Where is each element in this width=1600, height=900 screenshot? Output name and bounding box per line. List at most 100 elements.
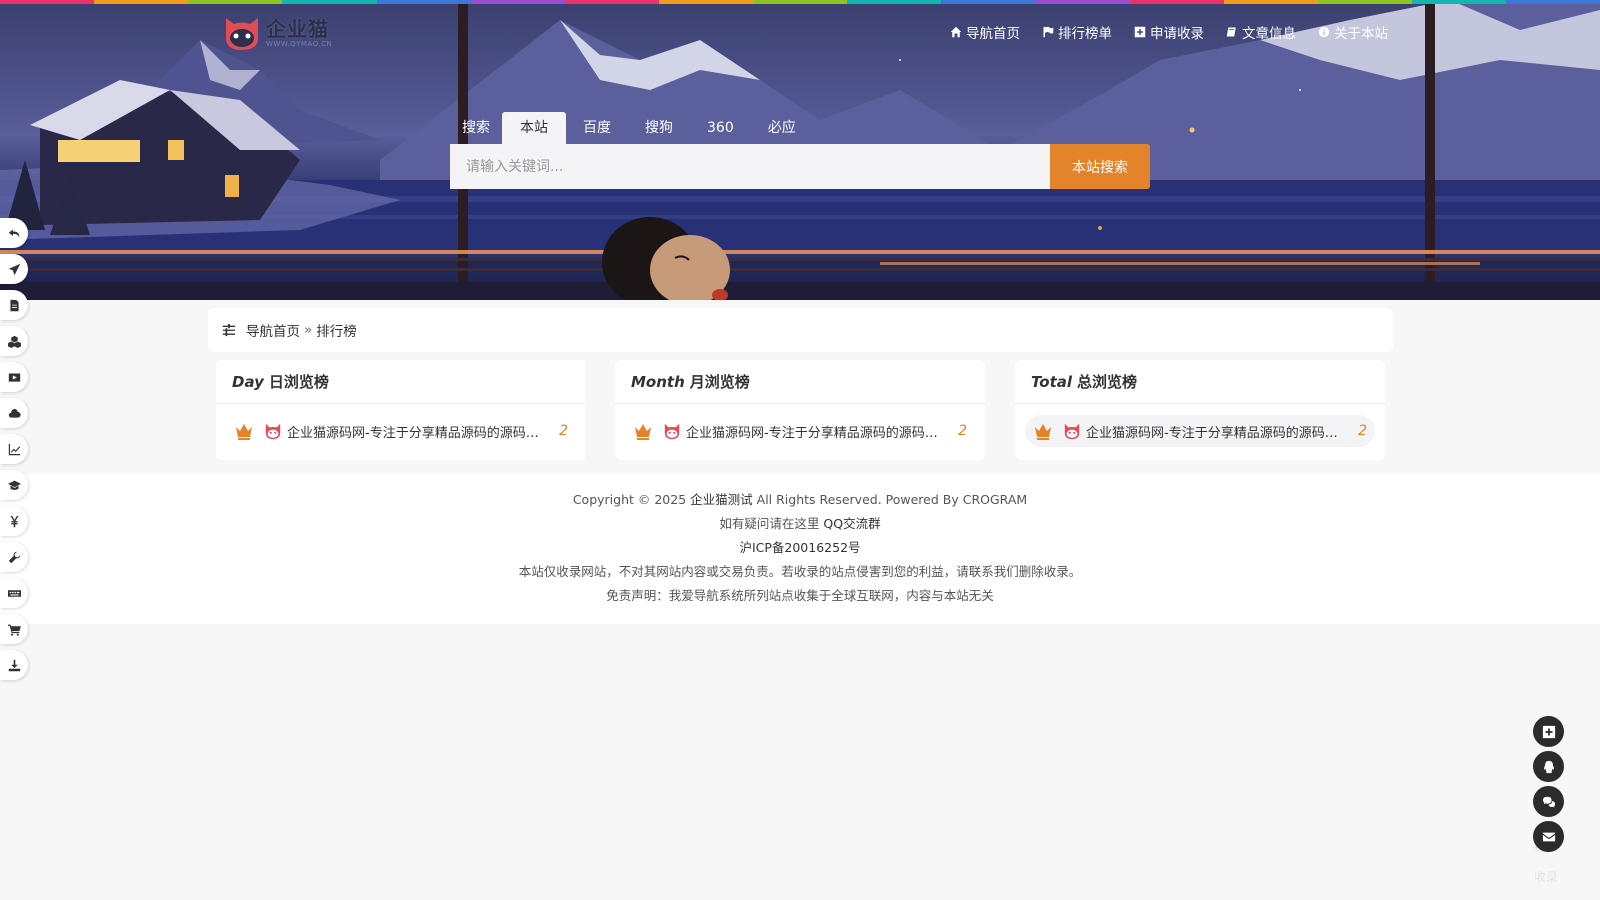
sidebar-item-send[interactable] <box>0 254 28 284</box>
rainbow-segment <box>1506 0 1600 4</box>
copyright-prefix: Copyright © 2025 <box>572 492 687 507</box>
sidebar-item-finance[interactable] <box>0 506 28 536</box>
ranking-card-total: Total 总浏览榜 企业猫源码网-专注于分享精品源码的源码网站 2 <box>1015 360 1385 460</box>
rainbow-segment <box>1129 0 1224 4</box>
ranking-site-name[interactable]: 企业猫源码网-专注于分享精品源码的源码网站 <box>686 422 948 441</box>
ranking-row[interactable]: 企业猫源码网-专注于分享精品源码的源码网站 2 <box>1025 415 1375 447</box>
sidebar-item-cloud[interactable] <box>0 398 28 428</box>
icp-link[interactable]: 沪ICP备20016252号 <box>739 540 860 555</box>
cat-face-icon <box>226 18 258 50</box>
rainbow-segment <box>564 0 659 4</box>
sidebar-item-education[interactable] <box>0 470 28 500</box>
ranking-site-name[interactable]: 企业猫源码网-专注于分享精品源码的源码网站 <box>1086 422 1348 441</box>
search-tab-bing[interactable]: 必应 <box>751 112 813 144</box>
rainbow-segment <box>1317 0 1412 4</box>
book-icon <box>1226 27 1236 37</box>
breadcrumb: 导航首页 » 排行榜 <box>208 308 1393 352</box>
ranking-row[interactable]: 企业猫源码网-专注于分享精品源码的源码网站 2 <box>226 415 576 447</box>
footer-copyright: Copyright © 2025 企业猫测试 All Rights Reserv… <box>0 474 1600 512</box>
rainbow-segment <box>1411 0 1506 4</box>
qq-group-link[interactable]: QQ交流群 <box>823 516 880 531</box>
card-title-en: Total <box>1031 372 1073 391</box>
cat-face-icon <box>1064 423 1080 440</box>
search-button[interactable]: 本站搜索 <box>1050 144 1150 189</box>
search-box: 本站搜索 <box>450 144 1150 189</box>
search-input[interactable] <box>450 144 1050 189</box>
rainbow-top-bar <box>0 0 1600 4</box>
sidebar-item-back[interactable] <box>0 218 28 248</box>
cloud-icon <box>8 408 21 418</box>
sidebar-item-resources[interactable] <box>0 326 28 356</box>
nav-ranking-label: 排行榜单 <box>1058 26 1112 42</box>
search-tab-baidu[interactable]: 百度 <box>566 112 628 144</box>
sidebar-item-tools[interactable] <box>0 542 28 572</box>
card-title-cn: 月浏览榜 <box>689 373 750 391</box>
info-icon <box>1318 26 1330 38</box>
hero-banner: 企业猫 WWW.QYMAO.CN 导航首页 排行榜单 申请收录 文章信息 关于本… <box>0 0 1600 300</box>
sidebar-item-video[interactable] <box>0 362 28 392</box>
search-tab-site[interactable]: 本站 <box>502 112 566 144</box>
wechat-icon <box>1542 796 1555 807</box>
ranking-site-name[interactable]: 企业猫源码网-专注于分享精品源码的源码网站 <box>287 422 549 441</box>
nav-submit-label: 申请收录 <box>1150 26 1204 42</box>
breadcrumb-current: 排行榜 <box>316 324 357 340</box>
flag-icon <box>1043 26 1054 38</box>
nav-articles-label: 文章信息 <box>1242 26 1296 42</box>
ranking-card-day: Day 日浏览榜 企业猫源码网-专注于分享精品源码的源码网站 2 <box>216 360 586 460</box>
rainbow-segment <box>1035 0 1130 4</box>
plus-square-icon <box>1134 26 1146 38</box>
top-navigation: 导航首页 排行榜单 申请收录 文章信息 关于本站 <box>950 22 1388 42</box>
search-tab-search[interactable]: 搜索 <box>450 112 502 144</box>
wechat-button[interactable] <box>1533 786 1564 817</box>
crown-icon <box>236 424 252 440</box>
card-title: Total 总浏览榜 <box>1015 360 1385 404</box>
search-tab-360[interactable]: 360 <box>690 112 751 144</box>
cart-icon <box>7 624 21 636</box>
card-title-cn: 日浏览榜 <box>268 373 329 391</box>
search-tab-sogou[interactable]: 搜狗 <box>628 112 690 144</box>
nav-submit[interactable]: 申请收录 <box>1134 22 1204 42</box>
ranking-count: 2 <box>958 423 967 439</box>
nav-ranking[interactable]: 排行榜单 <box>1042 22 1112 42</box>
rainbow-segment <box>658 0 753 4</box>
qq-button[interactable] <box>1533 751 1564 782</box>
footer-qq-line: 如有疑问请在这里 QQ交流群 <box>0 512 1600 536</box>
cat-face-icon <box>664 423 680 440</box>
sidebar-item-stats[interactable] <box>0 434 28 464</box>
right-float-buttons <box>1533 716 1564 852</box>
nav-home[interactable]: 导航首页 <box>950 22 1020 42</box>
search-panel: 搜索 本站 百度 搜狗 360 必应 本站搜索 <box>450 112 1150 189</box>
sidebar-item-docs[interactable] <box>0 290 28 320</box>
email-button[interactable] <box>1533 821 1564 852</box>
sliders-icon <box>222 323 236 337</box>
nav-about-label: 关于本站 <box>1334 26 1388 42</box>
keyboard-icon <box>7 589 21 597</box>
wrench-icon <box>8 551 20 563</box>
nav-articles[interactable]: 文章信息 <box>1226 22 1296 42</box>
card-title-en: Day <box>232 372 264 391</box>
crown-icon <box>635 424 651 440</box>
nav-about[interactable]: 关于本站 <box>1318 22 1388 42</box>
footer-site-link[interactable]: 企业猫测试 <box>690 492 753 507</box>
breadcrumb-home[interactable]: 导航首页 <box>246 320 300 340</box>
site-logo[interactable]: 企业猫 WWW.QYMAO.CN <box>222 14 332 52</box>
ghost-label-include: 收录 <box>1533 870 1558 884</box>
cubes-icon <box>7 335 21 348</box>
sidebar-item-keyboard[interactable] <box>0 578 28 608</box>
ranking-row[interactable]: 企业猫源码网-专注于分享精品源码的源码网站 2 <box>625 415 975 447</box>
left-sidebar <box>0 218 30 686</box>
sidebar-item-shop[interactable] <box>0 614 28 644</box>
footer: Copyright © 2025 企业猫测试 All Rights Reserv… <box>0 474 1600 624</box>
rainbow-segment <box>282 0 377 4</box>
submit-site-button[interactable] <box>1533 716 1564 747</box>
rainbow-segment <box>847 0 942 4</box>
qq-icon <box>1543 760 1554 773</box>
plus-square-icon <box>1542 725 1555 738</box>
rainbow-segment <box>470 0 565 4</box>
card-title: Day 日浏览榜 <box>216 360 586 404</box>
qq-prefix: 如有疑问请在这里 <box>719 516 820 531</box>
sidebar-item-download[interactable] <box>0 650 28 680</box>
logo-subtitle: WWW.QYMAO.CN <box>266 39 333 48</box>
graduation-cap-icon <box>7 480 21 490</box>
line-chart-icon <box>8 443 20 455</box>
